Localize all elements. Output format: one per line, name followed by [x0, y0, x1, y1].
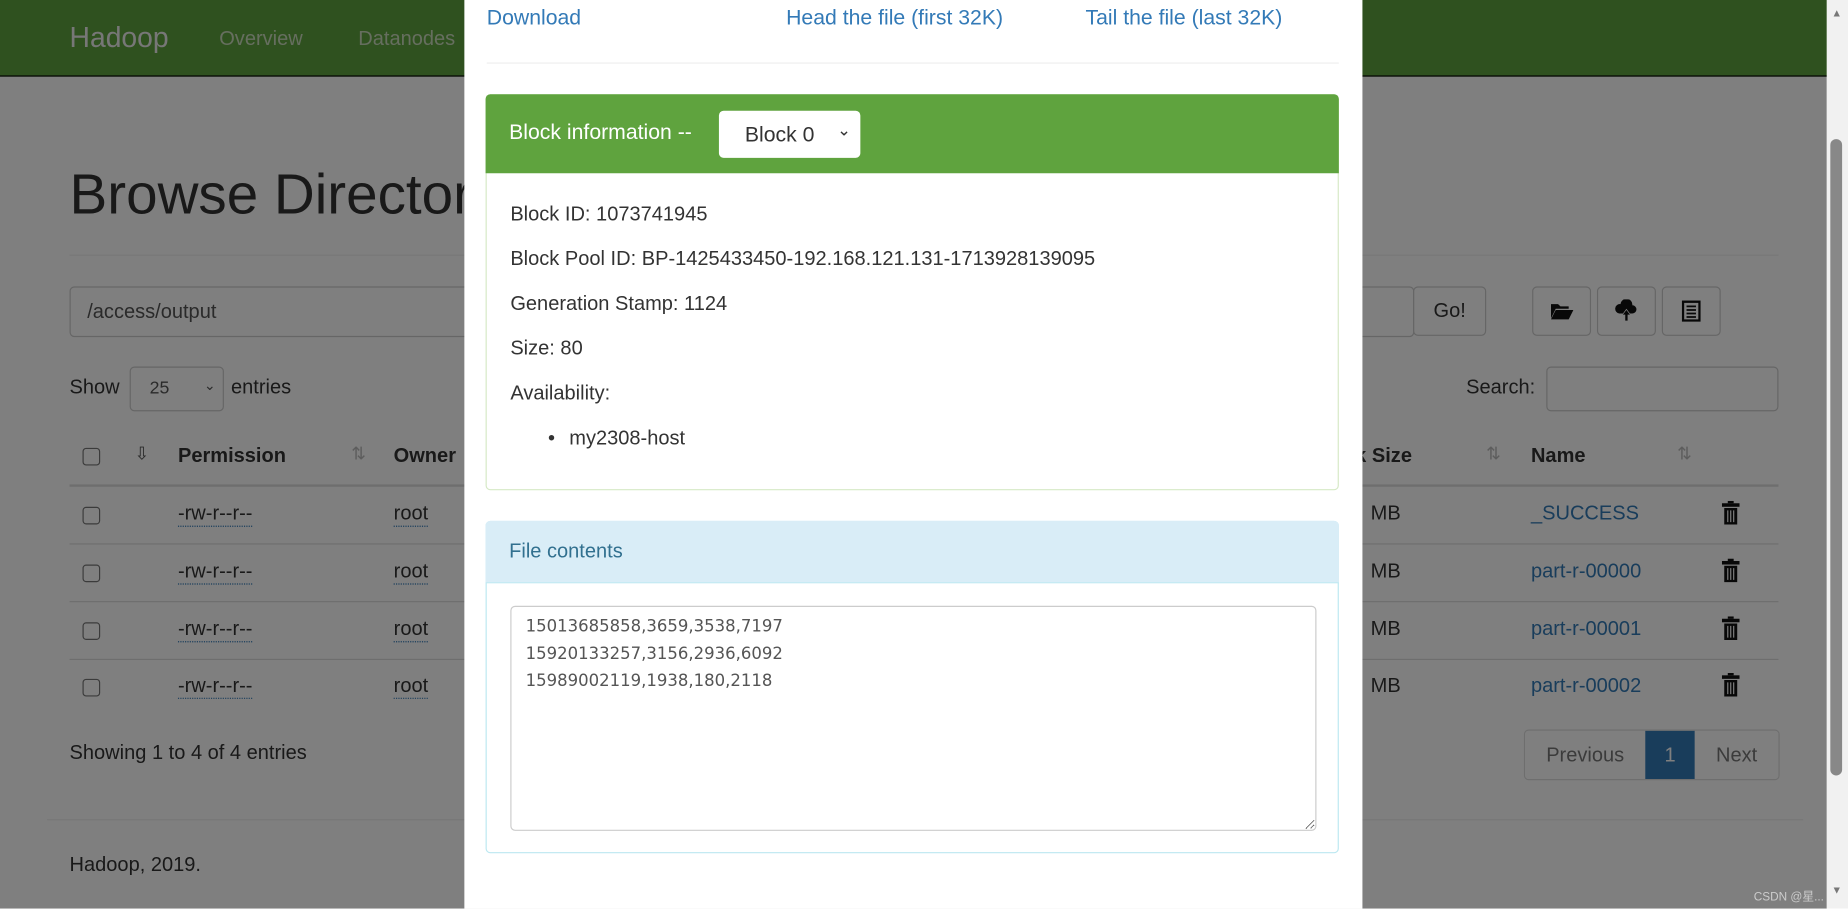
scroll-up-icon[interactable]: ▲: [1831, 7, 1842, 19]
file-panel-title: File contents: [509, 539, 623, 563]
generation-stamp: Generation Stamp: 1124: [510, 292, 728, 315]
modal-divider: [486, 62, 1339, 64]
watermark: CSDN @星...: [1753, 890, 1824, 904]
block-panel-header: Block information -- Block 0 ⌄: [485, 94, 1339, 174]
tail-file-link[interactable]: Tail the file (last 32K): [1085, 6, 1282, 31]
block-select[interactable]: Block 0 ⌄: [718, 110, 861, 158]
block-info-panel: Block information -- Block 0 ⌄ Block ID: …: [485, 94, 1339, 491]
availability-label: Availability:: [510, 381, 611, 405]
block-select-value: Block 0: [744, 122, 815, 147]
browser-viewport: Hadoop Overview Datanodes Browse Directo…: [0, 0, 1848, 909]
scrollbar[interactable]: ▲ ▼: [1826, 0, 1848, 909]
file-contents-panel: File contents: [485, 520, 1339, 854]
head-file-link[interactable]: Head the file (first 32K): [786, 6, 1003, 31]
block-id: Block ID: 1073741945: [510, 202, 708, 226]
block-size: Size: 80: [510, 337, 583, 360]
file-contents-textarea[interactable]: [510, 605, 1317, 831]
scroll-down-icon[interactable]: ▼: [1831, 884, 1842, 896]
file-panel-header: File contents: [485, 520, 1339, 584]
scrollbar-thumb[interactable]: [1830, 139, 1843, 776]
file-info-modal: Download Head the file (first 32K) Tail …: [464, 0, 1363, 909]
download-link[interactable]: Download: [487, 6, 581, 31]
chevron-down-icon: ⌄: [837, 120, 851, 140]
bullet-icon: •: [548, 426, 556, 450]
block-panel-title: Block information --: [509, 120, 692, 144]
host-item: my2308-host: [569, 426, 686, 450]
block-pool-id: Block Pool ID: BP-1425433450-192.168.121…: [510, 247, 1096, 270]
